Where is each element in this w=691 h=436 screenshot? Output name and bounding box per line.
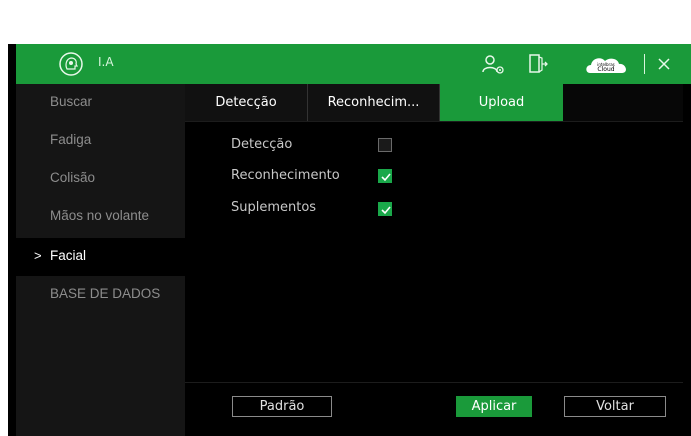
ai-head-icon xyxy=(59,52,83,76)
sidebar-item-base-de-dados[interactable]: BASE DE DADOS xyxy=(16,276,185,314)
sidebar-item-buscar[interactable]: Buscar xyxy=(16,84,185,122)
checkbox-deteccao[interactable] xyxy=(378,138,392,152)
title-bar: I.A intelbras Cloud xyxy=(16,44,691,84)
sidebar-item-facial[interactable]: > Facial xyxy=(16,238,185,276)
tab-deteccao[interactable]: Detecção xyxy=(185,84,308,121)
sidebar-item-label: Fadiga xyxy=(50,132,92,147)
option-label-deteccao: Detecção xyxy=(231,137,293,152)
default-button[interactable]: Padrão xyxy=(232,396,332,417)
tab-upload[interactable]: Upload xyxy=(440,84,563,121)
intelbras-cloud-icon[interactable]: intelbras Cloud xyxy=(584,52,630,76)
sidebar-item-label: Colisão xyxy=(50,170,96,185)
cloud-label-text: Cloud xyxy=(597,66,614,73)
tab-bar: Detecção Reconhecim... Upload xyxy=(185,84,683,121)
sidebar-item-fadiga[interactable]: Fadiga xyxy=(16,122,185,160)
checkbox-suplementos[interactable] xyxy=(378,202,392,216)
sidebar-item-colisao[interactable]: Colisão xyxy=(16,160,185,198)
sidebar-item-maos-no-volante[interactable]: Mãos no volante xyxy=(16,198,185,236)
close-icon[interactable] xyxy=(656,56,672,72)
sidebar-item-label: Buscar xyxy=(50,94,93,109)
sidebar-item-label: Facial xyxy=(50,248,87,263)
option-label-suplementos: Suplementos xyxy=(231,200,317,215)
app-window: I.A intelbras Cloud Buscar Fadiga Colisã… xyxy=(8,44,691,436)
option-label-reconhecimento: Reconhecimento xyxy=(231,168,340,183)
checkbox-reconhecimento[interactable] xyxy=(378,169,392,183)
top-margin xyxy=(0,0,691,44)
chevron-right-icon: > xyxy=(34,248,42,263)
exit-door-icon[interactable] xyxy=(528,53,548,75)
tab-reconhecimento[interactable]: Reconhecim... xyxy=(308,84,440,121)
check-icon xyxy=(381,206,391,215)
check-icon xyxy=(381,173,391,182)
sidebar: Buscar Fadiga Colisão Mãos no volante > … xyxy=(16,84,185,436)
footer-divider xyxy=(185,382,683,383)
back-button[interactable]: Voltar xyxy=(564,396,666,417)
apply-button[interactable]: Aplicar xyxy=(456,396,532,417)
sidebar-item-label: Mãos no volante xyxy=(50,208,150,223)
sidebar-item-label: BASE DE DADOS xyxy=(50,286,161,301)
user-settings-icon[interactable] xyxy=(481,53,505,75)
tab-divider xyxy=(185,121,683,122)
app-title: I.A xyxy=(98,55,114,69)
title-separator xyxy=(644,54,645,74)
